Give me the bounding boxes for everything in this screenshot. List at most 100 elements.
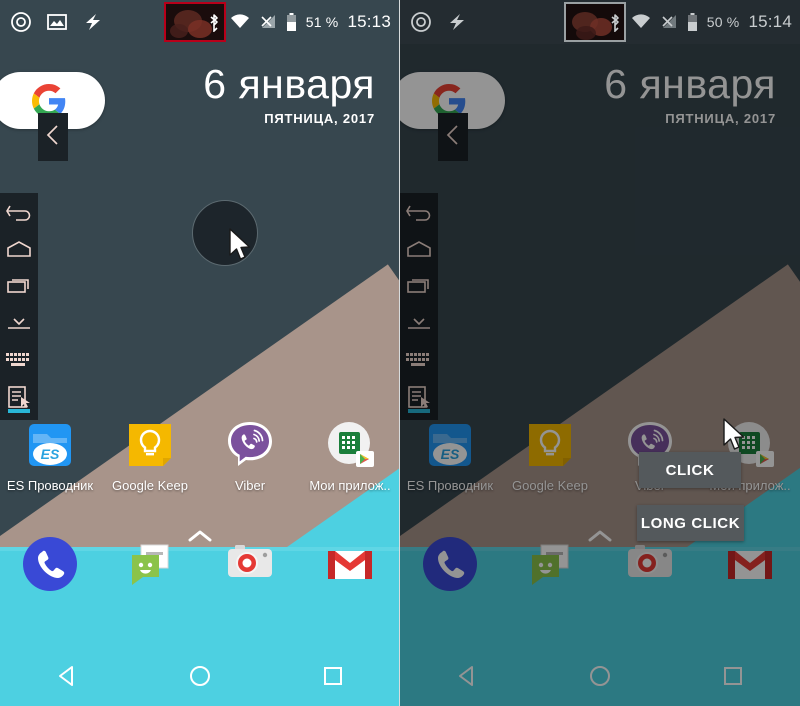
camera-icon bbox=[621, 535, 679, 593]
signal-icon bbox=[660, 14, 678, 30]
app-es-file-explorer[interactable]: ES ES Проводник bbox=[0, 418, 100, 514]
gmail-icon bbox=[721, 535, 779, 593]
nav-back-triangle-icon bbox=[55, 664, 79, 688]
floating-toolbar bbox=[400, 193, 438, 420]
keyboard-icon[interactable] bbox=[400, 341, 438, 378]
chevron-left-icon bbox=[445, 124, 461, 151]
bluetooth-icon bbox=[207, 12, 221, 32]
nav-recents-button[interactable] bbox=[667, 664, 800, 688]
bluetooth-icon bbox=[608, 12, 622, 32]
date-widget[interactable]: 6 января ПЯТНИЦА, 2017 bbox=[604, 61, 776, 127]
date-widget[interactable]: 6 января ПЯТНИЦА, 2017 bbox=[203, 61, 375, 127]
floating-toolbar bbox=[0, 193, 38, 420]
script-active-underline bbox=[8, 409, 30, 413]
script-active-underline bbox=[408, 409, 430, 413]
svg-text:ES: ES bbox=[441, 446, 460, 462]
context-menu-click[interactable]: CLICK bbox=[639, 452, 741, 488]
dock-camera[interactable] bbox=[200, 535, 300, 593]
recents-icon[interactable] bbox=[0, 267, 38, 304]
record-icon[interactable] bbox=[410, 11, 432, 33]
collapse-down-icon[interactable] bbox=[0, 304, 38, 341]
nav-home-button[interactable] bbox=[533, 664, 666, 688]
status-clock: 15:14 bbox=[748, 12, 792, 31]
es-file-explorer-icon: ES bbox=[423, 418, 477, 472]
nav-back-button[interactable] bbox=[0, 664, 133, 688]
wifi-icon bbox=[631, 14, 651, 30]
my-apps-icon bbox=[323, 418, 377, 472]
app-viber[interactable]: Viber bbox=[200, 418, 300, 514]
dock-phone[interactable] bbox=[0, 535, 100, 593]
flash-icon[interactable] bbox=[82, 11, 104, 33]
nav-recents-square-icon bbox=[321, 664, 345, 688]
status-clock: 15:13 bbox=[347, 12, 391, 31]
collapse-down-icon[interactable] bbox=[400, 304, 438, 341]
app-label: ES Проводник bbox=[6, 478, 94, 493]
messages-icon bbox=[121, 535, 179, 593]
gmail-icon bbox=[321, 535, 379, 593]
battery-percent: 51 % bbox=[305, 14, 339, 30]
app-label: Viber bbox=[234, 478, 266, 493]
date-subtitle: ПЯТНИЦА, 2017 bbox=[264, 111, 375, 127]
es-file-explorer-icon: ES bbox=[23, 418, 77, 472]
chevron-left-icon bbox=[45, 124, 61, 151]
date-day: 6 января bbox=[604, 61, 776, 107]
app-label: Мои прилож.. bbox=[309, 478, 391, 493]
wifi-icon bbox=[230, 14, 250, 30]
flash-icon[interactable] bbox=[446, 11, 468, 33]
nav-recents-square-icon bbox=[721, 664, 745, 688]
date-subtitle: ПЯТНИЦА, 2017 bbox=[665, 111, 776, 127]
battery-icon bbox=[286, 13, 297, 31]
android-navbar bbox=[0, 646, 399, 706]
home-icon[interactable] bbox=[0, 230, 38, 267]
record-icon[interactable] bbox=[10, 11, 32, 33]
date-day: 6 января bbox=[203, 61, 375, 107]
keyboard-icon[interactable] bbox=[0, 341, 38, 378]
nav-back-triangle-icon bbox=[455, 664, 479, 688]
phone-screen-left: 6 января ПЯТНИЦА, 2017 ES ES Проводник G… bbox=[0, 0, 400, 706]
dock bbox=[0, 519, 399, 609]
screenshot-icon[interactable] bbox=[46, 11, 68, 33]
toolbar-collapse-tab[interactable] bbox=[438, 113, 468, 161]
recents-icon[interactable] bbox=[400, 267, 438, 304]
dock-gmail[interactable] bbox=[300, 535, 399, 593]
script-icon[interactable] bbox=[400, 378, 438, 415]
app-google-keep[interactable]: Google Keep bbox=[500, 418, 600, 514]
status-bar: 50 % 15:14 bbox=[400, 0, 800, 44]
messages-icon bbox=[521, 535, 579, 593]
toolbar-collapse-tab[interactable] bbox=[38, 113, 68, 161]
phone-screen-right: 6 января ПЯТНИЦА, 2017 ES ES Проводник G… bbox=[400, 0, 800, 706]
camera-icon bbox=[221, 535, 279, 593]
google-keep-icon bbox=[523, 418, 577, 472]
nav-recents-button[interactable] bbox=[267, 664, 399, 688]
script-icon[interactable] bbox=[0, 378, 38, 415]
nav-home-button[interactable] bbox=[133, 664, 266, 688]
dock-gmail[interactable] bbox=[700, 535, 800, 593]
viber-icon bbox=[223, 418, 277, 472]
nav-home-circle-icon bbox=[188, 664, 212, 688]
back-icon[interactable] bbox=[0, 193, 38, 230]
app-label: ES Проводник bbox=[406, 478, 494, 493]
app-label: Google Keep bbox=[512, 478, 588, 493]
nav-back-button[interactable] bbox=[400, 664, 533, 688]
battery-percent: 50 % bbox=[706, 14, 740, 30]
app-google-keep[interactable]: Google Keep bbox=[100, 418, 200, 514]
back-icon[interactable] bbox=[400, 193, 438, 230]
dock-messages[interactable] bbox=[100, 535, 200, 593]
app-es-file-explorer[interactable]: ES ES Проводник bbox=[400, 418, 500, 514]
android-navbar bbox=[400, 646, 800, 706]
dock-messages[interactable] bbox=[500, 535, 600, 593]
app-my-apps[interactable]: Мои прилож.. bbox=[300, 418, 399, 514]
touch-point-indicator bbox=[192, 200, 258, 266]
home-icon[interactable] bbox=[400, 230, 438, 267]
nav-home-circle-icon bbox=[588, 664, 612, 688]
status-bar: 51 % 15:13 bbox=[0, 0, 399, 44]
phone-icon bbox=[21, 535, 79, 593]
signal-icon bbox=[259, 14, 277, 30]
dock-phone[interactable] bbox=[400, 535, 500, 593]
app-label: Google Keep bbox=[112, 478, 188, 493]
battery-icon bbox=[687, 13, 698, 31]
homescreen-app-row: ES ES Проводник Google Keep bbox=[0, 418, 399, 514]
dock-camera[interactable] bbox=[600, 535, 700, 593]
context-menu-long-click[interactable]: LONG CLICK bbox=[637, 505, 744, 541]
svg-text:ES: ES bbox=[41, 446, 60, 462]
